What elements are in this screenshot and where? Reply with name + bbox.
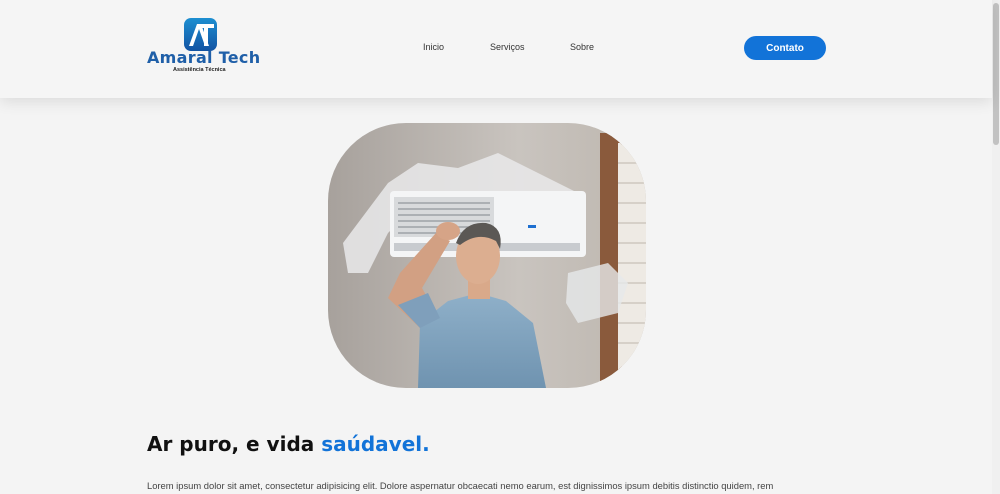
hero-image (328, 123, 646, 388)
headline-accent: saúdavel. (321, 432, 430, 456)
brand-name: Amaral Tech (147, 48, 261, 67)
nav-link-servicos[interactable]: Serviços (490, 42, 525, 52)
scrollbar-thumb[interactable] (993, 3, 999, 145)
nav-link-sobre[interactable]: Sobre (570, 42, 594, 52)
site-header: Amaral Tech Assistência Técnica Inicio S… (0, 0, 992, 98)
hero-illustration (328, 123, 646, 388)
section-paragraph: Lorem ipsum dolor sit amet, consectetur … (147, 480, 774, 491)
brand-logo[interactable]: Amaral Tech Assistência Técnica (147, 18, 261, 76)
section-headline: Ar puro, e vida saúdavel. (147, 432, 430, 456)
contact-button[interactable]: Contato (744, 36, 826, 60)
page-scrollbar[interactable] (992, 0, 1000, 494)
brand-tagline: Assistência Técnica (173, 67, 226, 73)
headline-text: Ar puro, e vida (147, 432, 322, 456)
logo-mark-icon (184, 18, 217, 51)
nav-link-inicio[interactable]: Inicio (423, 42, 444, 52)
